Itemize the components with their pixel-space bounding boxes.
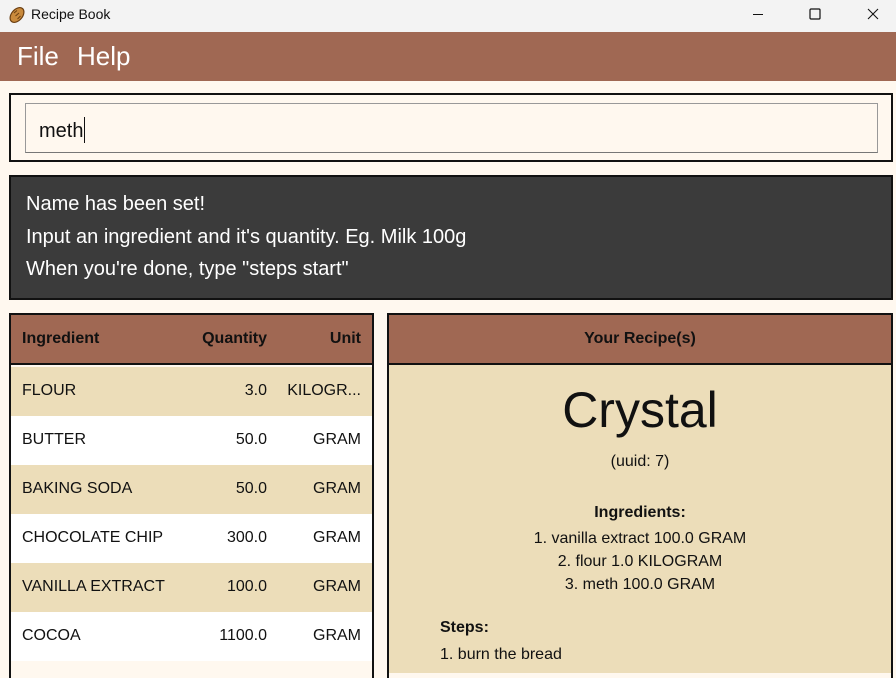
cell-ingredient: BAKING SODA bbox=[22, 480, 133, 497]
cell-unit: KILOGR... bbox=[287, 382, 361, 399]
maximize-button[interactable] bbox=[792, 0, 838, 28]
recipe-panel-title: Your Recipe(s) bbox=[584, 330, 696, 347]
cell-ingredient: COCOA bbox=[22, 627, 81, 644]
cell-quantity: 300.0 bbox=[226, 529, 267, 546]
table-row[interactable]: VANILLA EXTRACT 100.0 GRAM bbox=[11, 563, 372, 612]
cell-unit: GRAM bbox=[313, 480, 361, 497]
table-row[interactable]: BUTTER 50.0 GRAM bbox=[11, 416, 372, 465]
table-body: FLOUR 3.0 KILOGR... BUTTER 50.0 GRAM BAK… bbox=[11, 367, 372, 678]
recipe-step-item: 1. burn the bread bbox=[440, 646, 562, 663]
recipe-ingredient-item: 2. flour 1.0 KILOGRAM bbox=[557, 553, 723, 570]
feedback-line: Input an ingredient and it's quantity. E… bbox=[26, 225, 467, 248]
minimize-button[interactable] bbox=[735, 0, 781, 28]
cell-unit: GRAM bbox=[313, 578, 361, 595]
recipe-name: Crystal bbox=[562, 382, 718, 438]
column-header-ingredient[interactable]: Ingredient bbox=[22, 330, 99, 348]
menu-bar: File Help bbox=[0, 32, 896, 81]
cell-quantity: 3.0 bbox=[244, 382, 267, 399]
cell-unit: GRAM bbox=[313, 431, 361, 448]
cell-quantity: 1100.0 bbox=[219, 627, 267, 644]
maximize-icon bbox=[809, 8, 821, 20]
cell-quantity: 50.0 bbox=[235, 480, 267, 497]
cell-ingredient: VANILLA EXTRACT bbox=[22, 578, 165, 595]
recipe-steps-list: 1. burn the bread bbox=[440, 643, 562, 666]
menu-file[interactable]: File bbox=[17, 41, 59, 72]
feedback-line: When you're done, type "steps start" bbox=[26, 258, 349, 280]
command-input[interactable]: meth bbox=[25, 103, 878, 153]
feedback-line: Name has been set! bbox=[26, 193, 205, 215]
menu-help[interactable]: Help bbox=[77, 41, 130, 72]
feedback-display: Name has been set! Input an ingredient a… bbox=[9, 175, 893, 300]
command-box: meth bbox=[9, 93, 893, 162]
recipe-panel-header: Your Recipe(s) bbox=[389, 315, 891, 365]
table-row[interactable]: BAKING SODA 50.0 GRAM bbox=[11, 465, 372, 514]
close-icon bbox=[867, 8, 879, 20]
ingredients-heading: Ingredients: bbox=[594, 504, 686, 521]
table-row[interactable]: COCOA 1100.0 GRAM bbox=[11, 612, 372, 661]
column-header-quantity[interactable]: Quantity bbox=[202, 330, 267, 348]
steps-heading: Steps: bbox=[440, 619, 489, 636]
cell-unit: GRAM bbox=[313, 627, 361, 644]
text-caret bbox=[84, 117, 86, 143]
command-input-value: meth bbox=[39, 120, 84, 142]
table-header: Ingredient Quantity Unit bbox=[11, 315, 372, 365]
table-row-empty bbox=[11, 661, 372, 678]
close-button[interactable] bbox=[850, 0, 896, 28]
title-bar: Recipe Book bbox=[0, 0, 896, 32]
recipe-panel: Your Recipe(s) Crystal (uuid: 7) Ingredi… bbox=[387, 313, 893, 678]
cell-quantity: 100.0 bbox=[226, 578, 267, 595]
window-title: Recipe Book bbox=[31, 6, 111, 22]
column-header-unit[interactable]: Unit bbox=[330, 330, 361, 348]
cell-ingredient: FLOUR bbox=[22, 382, 77, 399]
cell-ingredient: CHOCOLATE CHIP bbox=[22, 529, 164, 546]
recipe-ingredient-item: 1. vanilla extract 100.0 GRAM bbox=[533, 530, 747, 547]
minimize-icon bbox=[753, 14, 763, 15]
bread-icon bbox=[9, 6, 25, 24]
cell-ingredient: BUTTER bbox=[22, 431, 86, 448]
table-row[interactable]: CHOCOLATE CHIP 300.0 GRAM bbox=[11, 514, 372, 563]
cell-unit: GRAM bbox=[313, 529, 361, 546]
recipe-ingredients-list: 1. vanilla extract 100.0 GRAM 2. flour 1… bbox=[389, 527, 891, 596]
recipe-uuid: (uuid: 7) bbox=[610, 453, 670, 470]
table-row[interactable]: FLOUR 3.0 KILOGR... bbox=[11, 367, 372, 416]
ingredient-table: Ingredient Quantity Unit FLOUR 3.0 KILOG… bbox=[9, 313, 374, 678]
cell-quantity: 50.0 bbox=[235, 431, 267, 448]
recipe-panel-footer bbox=[389, 673, 891, 678]
recipe-ingredient-item: 3. meth 100.0 GRAM bbox=[564, 576, 716, 593]
